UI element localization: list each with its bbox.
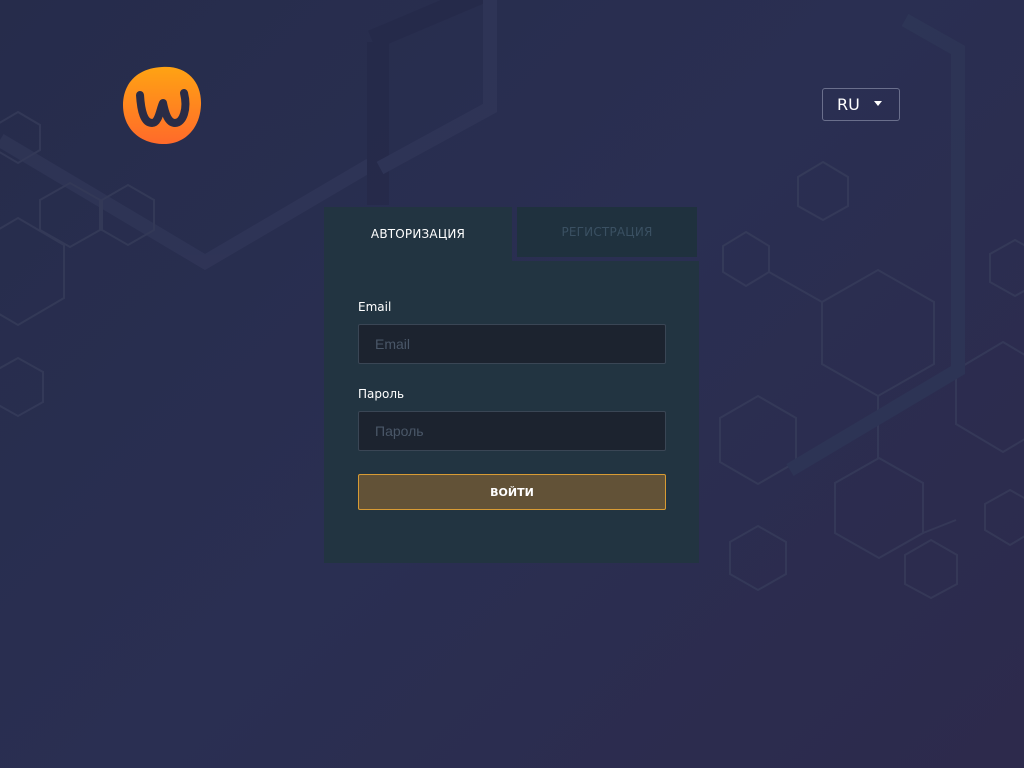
language-selected-label: RU [837,95,860,114]
password-label: Пароль [358,387,405,401]
login-form: Email Пароль ВОЙТИ [324,261,699,563]
tab-register[interactable]: РЕГИСТРАЦИЯ [517,207,697,257]
tab-login[interactable]: АВТОРИЗАЦИЯ [324,207,512,261]
caret-down-icon [873,101,882,106]
login-button[interactable]: ВОЙТИ [358,474,666,510]
email-label: Email [358,300,392,314]
tab-register-label: РЕГИСТРАЦИЯ [561,225,653,239]
auth-tabs: АВТОРИЗАЦИЯ РЕГИСТРАЦИЯ [324,207,699,261]
tab-login-label: АВТОРИЗАЦИЯ [370,227,466,241]
w-logo-icon[interactable] [122,65,202,145]
email-field[interactable] [358,324,666,364]
password-field[interactable] [358,411,666,451]
auth-card: АВТОРИЗАЦИЯ РЕГИСТРАЦИЯ Email Пароль ВОЙ… [324,207,699,563]
language-select[interactable]: RU [822,88,900,121]
